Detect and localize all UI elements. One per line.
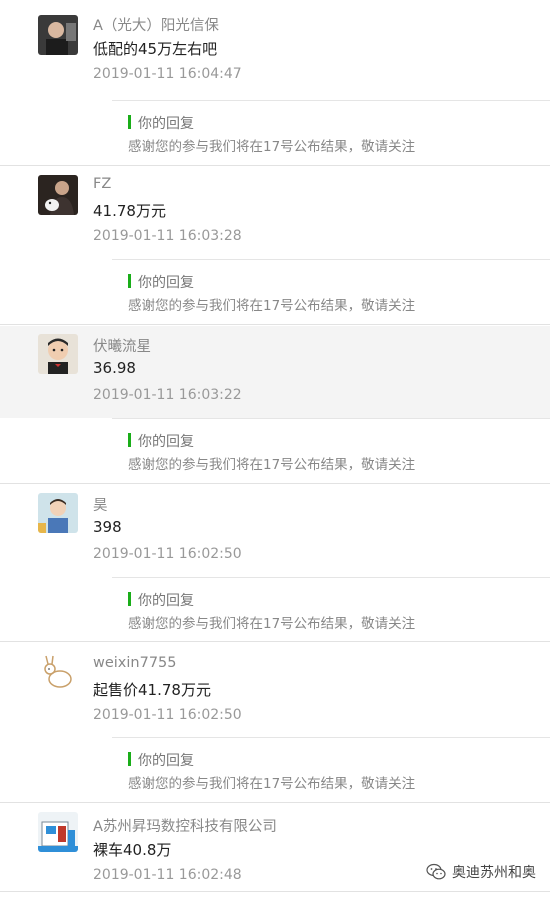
- comment-time: 2019-01-11 16:02:50: [93, 707, 242, 723]
- comment-item: weixin7755 起售价41.78万元 2019-01-11 16:02:5…: [0, 643, 550, 804]
- reply-title: 你的回复: [128, 431, 194, 451]
- reply-title: 你的回复: [128, 272, 194, 292]
- divider: [0, 324, 550, 325]
- comment-content: 裸车40.8万: [93, 841, 172, 859]
- reply-block: 你的回复 感谢您的参与我们将在17号公布结果，敬请关注: [112, 577, 550, 636]
- watermark-text: 奥迪苏州和奥: [452, 865, 536, 881]
- comment-nickname: 昊: [93, 498, 108, 514]
- comment-item: A苏州昇玛数控科技有限公司 裸车40.8万 2019-01-11 16:02:4…: [0, 804, 550, 897]
- divider: [0, 641, 550, 642]
- comment-time: 2019-01-11 16:03:22: [93, 387, 242, 403]
- reply-text: 感谢您的参与我们将在17号公布结果，敬请关注: [128, 616, 416, 632]
- reply-text: 感谢您的参与我们将在17号公布结果，敬请关注: [128, 457, 416, 473]
- comment-time: 2019-01-11 16:02:50: [93, 546, 242, 562]
- reply-title: 你的回复: [128, 750, 194, 770]
- reply-block: 你的回复 感谢您的参与我们将在17号公布结果，敬请关注: [112, 259, 550, 318]
- comment-item: 伏曦流星 36.98 2019-01-11 16:03:22 你的回复 感谢您的…: [0, 326, 550, 485]
- divider: [0, 802, 550, 803]
- comment-list: A（光大）阳光信保 低配的45万左右吧 2019-01-11 16:04:47 …: [0, 0, 550, 897]
- reply-text: 感谢您的参与我们将在17号公布结果，敬请关注: [128, 139, 416, 155]
- comment-content: 41.78万元: [93, 202, 166, 220]
- user-photo-icon: [38, 812, 78, 852]
- reply-block: 你的回复 感谢您的参与我们将在17号公布结果，敬请关注: [112, 737, 550, 796]
- comment-nickname: A苏州昇玛数控科技有限公司: [93, 819, 277, 835]
- reply-title: 你的回复: [128, 590, 194, 610]
- reply-title: 你的回复: [128, 113, 194, 133]
- comment-content: 36.98: [93, 359, 136, 377]
- reply-block: 你的回复 感谢您的参与我们将在17号公布结果，敬请关注: [112, 418, 550, 477]
- avatar[interactable]: [38, 175, 78, 215]
- comment-item: 昊 398 2019-01-11 16:02:50 你的回复 感谢您的参与我们将…: [0, 485, 550, 643]
- reply-text: 感谢您的参与我们将在17号公布结果，敬请关注: [128, 776, 416, 792]
- watermark: 奥迪苏州和奥: [426, 862, 536, 882]
- user-photo-icon: [38, 493, 78, 533]
- avatar[interactable]: [38, 812, 78, 852]
- avatar[interactable]: [38, 15, 78, 55]
- user-photo-icon: [38, 653, 78, 693]
- divider: [0, 165, 550, 166]
- comment-nickname: A（光大）阳光信保: [93, 18, 219, 34]
- comment-time: 2019-01-11 16:03:28: [93, 228, 242, 244]
- comment-content: 低配的45万左右吧: [93, 40, 218, 58]
- comment-item: A（光大）阳光信保 低配的45万左右吧 2019-01-11 16:04:47 …: [0, 0, 550, 167]
- comment-time: 2019-01-11 16:04:47: [93, 66, 242, 82]
- comment-nickname: weixin7755: [93, 655, 177, 671]
- comment-nickname: 伏曦流星: [93, 339, 151, 355]
- reply-text: 感谢您的参与我们将在17号公布结果，敬请关注: [128, 298, 416, 314]
- comment-nickname: FZ: [93, 176, 112, 192]
- comment-time: 2019-01-11 16:02:48: [93, 867, 242, 883]
- user-photo-icon: [38, 15, 78, 55]
- reply-block: 你的回复 感谢您的参与我们将在17号公布结果，敬请关注: [112, 100, 550, 159]
- user-photo-icon: [38, 175, 78, 215]
- comment-content: 起售价41.78万元: [93, 681, 211, 699]
- avatar[interactable]: [38, 493, 78, 533]
- comment-content: 398: [93, 518, 122, 536]
- user-photo-icon: [38, 334, 78, 374]
- comment-item: FZ 41.78万元 2019-01-11 16:03:28 你的回复 感谢您的…: [0, 167, 550, 326]
- divider: [0, 483, 550, 484]
- divider: [0, 891, 550, 892]
- wechat-icon: [426, 863, 446, 881]
- avatar[interactable]: [38, 653, 78, 693]
- avatar[interactable]: [38, 334, 78, 374]
